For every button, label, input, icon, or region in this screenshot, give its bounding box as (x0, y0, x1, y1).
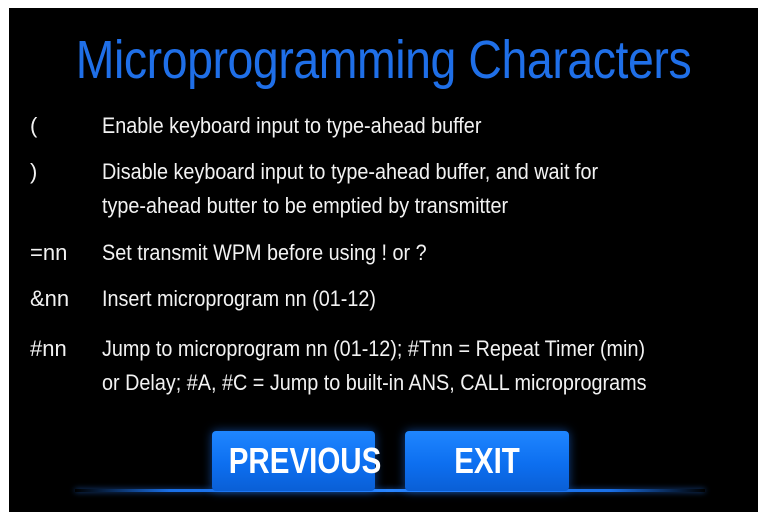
item-description: Insert microprogram nn (01-12) (102, 282, 678, 316)
item-key: ) (30, 159, 38, 184)
item-description-line: Insert microprogram nn (01-12) (102, 286, 377, 311)
exit-button[interactable]: EXIT (405, 431, 569, 491)
item-description: Disable keyboard input to type-ahead buf… (102, 155, 678, 223)
item-description: Set transmit WPM before using ! or ? (102, 236, 678, 270)
screen: Microprogramming Characters ( Enable key… (9, 8, 758, 512)
item-key: ( (30, 113, 38, 138)
item-key: &nn (30, 286, 70, 311)
page-title: Microprogramming Characters (75, 30, 692, 90)
item-description-line: Disable keyboard input to type-ahead buf… (102, 159, 599, 184)
item-description-line: or Delay; #A, #C = Jump to built-in ANS,… (102, 370, 647, 395)
item-description: Enable keyboard input to type-ahead buff… (102, 109, 678, 143)
item-description-line: Enable keyboard input to type-ahead buff… (102, 113, 482, 138)
item-key: =nn (30, 240, 68, 265)
exit-button-label: EXIT (454, 440, 520, 481)
item-description: Jump to microprogram nn (01-12); #Tnn = … (102, 332, 678, 400)
item-description-line: Jump to microprogram nn (01-12); #Tnn = … (102, 336, 646, 361)
previous-button[interactable]: PREVIOUS (212, 431, 381, 491)
item-description-line: type-ahead butter to be emptied by trans… (102, 193, 509, 218)
item-description-line: Set transmit WPM before using ! or ? (102, 240, 427, 265)
item-key: #nn (30, 336, 67, 361)
previous-button-label: PREVIOUS (228, 440, 382, 481)
divider (75, 489, 705, 492)
